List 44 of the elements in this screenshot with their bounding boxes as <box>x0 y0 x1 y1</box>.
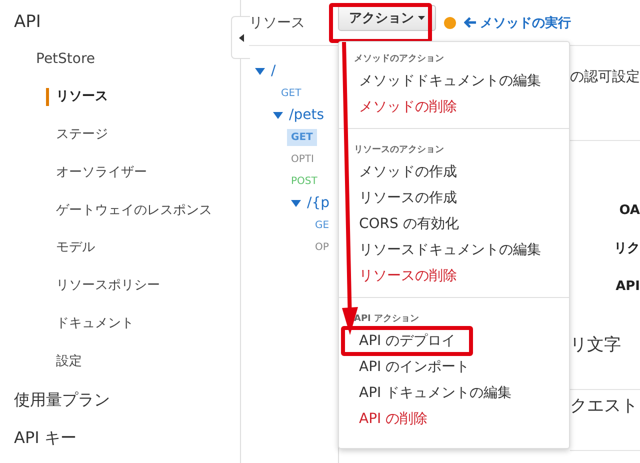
arrow-left-icon <box>464 17 476 28</box>
sidebar-item[interactable]: ゲートウェイのレスポンス <box>0 198 240 236</box>
collapse-tab[interactable] <box>231 16 250 59</box>
menu-group-header: メソッドのアクション <box>353 53 445 66</box>
menu-item[interactable]: API ドキュメントの編集 <box>339 380 569 406</box>
sidebar-section[interactable]: API キー <box>0 426 240 463</box>
status-dot <box>444 16 456 28</box>
expand-triangle-icon[interactable] <box>273 112 283 118</box>
resource-path[interactable]: /pets <box>289 107 324 123</box>
sidebar-item[interactable]: モデル <box>0 236 240 274</box>
back-link[interactable]: メソッドの実行 <box>464 14 571 32</box>
sidebar-title[interactable]: API <box>0 10 41 48</box>
field-label: リク <box>614 240 640 258</box>
expand-triangle-icon[interactable] <box>255 68 265 74</box>
sidebar-section[interactable]: 使用量プラン <box>0 388 240 426</box>
sidebar-item[interactable]: ステージ <box>0 122 240 161</box>
caret-icon <box>418 16 425 20</box>
method-item[interactable]: OP <box>311 238 333 256</box>
sidebar-item[interactable]: オーソライザー <box>0 160 240 199</box>
menu-item[interactable]: リソースの削除 <box>339 263 569 289</box>
caret-icon <box>238 34 244 42</box>
resource-path[interactable]: / <box>271 63 276 79</box>
sidebar-item[interactable]: リソースポリシー <box>0 274 240 312</box>
menu-item[interactable]: リソースの作成 <box>339 185 569 211</box>
menu-item[interactable]: API のインポート <box>339 354 569 380</box>
resource-path[interactable]: /{p <box>307 195 330 211</box>
sidebar-item[interactable]: リソース <box>0 84 240 123</box>
sidebar-item[interactable]: ドキュメント <box>0 312 240 350</box>
menu-item[interactable]: API の削除 <box>339 406 569 432</box>
menu-item[interactable]: メソッドの作成 <box>339 159 569 185</box>
menu-item[interactable]: メソッドの削除 <box>339 94 569 120</box>
field-label: OA <box>619 202 640 220</box>
sidebar-item[interactable]: 設定 <box>0 350 240 388</box>
field-label: API <box>616 278 640 296</box>
panel-title: リソース <box>249 14 306 32</box>
menu-item[interactable]: メソッドドキュメントの編集 <box>339 68 569 94</box>
menu-group-header: リソースのアクション <box>353 144 445 157</box>
menu-group-header: API アクション <box>353 313 420 326</box>
menu-item[interactable]: リソースドキュメントの編集 <box>339 237 569 263</box>
menu-item[interactable]: CORS の有効化 <box>339 211 569 237</box>
expand-triangle-icon[interactable] <box>291 200 301 206</box>
menu-item[interactable]: API のデプロイ <box>339 328 569 354</box>
api-name[interactable]: PetStore <box>0 47 240 85</box>
method-item[interactable]: OPTI <box>287 150 318 168</box>
